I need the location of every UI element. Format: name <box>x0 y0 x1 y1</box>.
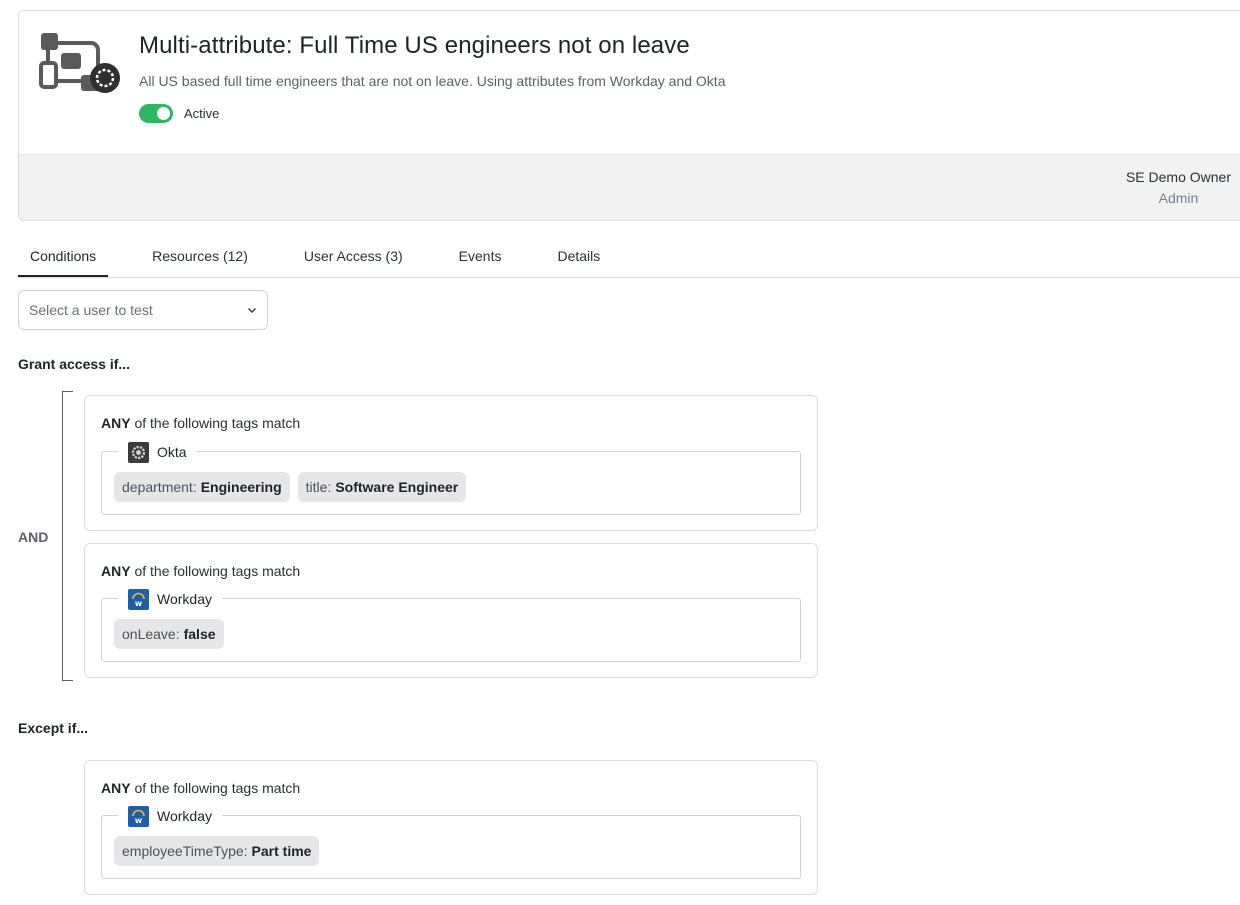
test-user-select[interactable]: Select a user to test <box>18 290 268 330</box>
owner-role: Admin <box>1158 190 1199 206</box>
condition-group: ANY of the following tags match w Workda… <box>84 760 818 895</box>
tag-key: employeeTimeType: <box>122 843 248 859</box>
match-mode: ANY <box>101 563 131 579</box>
active-toggle[interactable] <box>139 104 173 123</box>
condition-match-text: ANY of the following tags match <box>101 415 300 431</box>
tag-value: Software Engineer <box>335 479 459 495</box>
tab-conditions[interactable]: Conditions <box>18 236 109 277</box>
owner-block: SE Demo Owner Admin <box>1126 169 1231 206</box>
condition-group: ANY of the following tags match Okta dep… <box>84 395 818 531</box>
status-row: Active <box>139 104 219 123</box>
source-name: Okta <box>157 444 187 460</box>
match-description: of the following tags match <box>134 563 301 579</box>
tab-bar: Conditions Resources (12) User Access (3… <box>18 236 1240 278</box>
tag-chip: onLeave: false <box>114 619 224 649</box>
match-description: of the following tags match <box>134 415 301 431</box>
tag-list: department: Engineering title: Software En… <box>114 472 467 502</box>
workday-icon: w <box>128 805 149 827</box>
tab-details[interactable]: Details <box>545 236 612 277</box>
grant-access-heading: Grant access if... <box>18 356 131 372</box>
tag-chip: employeeTimeType: Part time <box>114 836 320 866</box>
workday-icon: w <box>128 588 149 610</box>
chevron-down-icon <box>247 307 257 314</box>
tab-resources[interactable]: Resources (12) <box>140 236 260 277</box>
tag-chip: department: Engineering <box>114 472 290 502</box>
tag-key: title: <box>305 479 332 495</box>
and-operator-label: AND <box>18 529 49 545</box>
page-title: Multi-attribute: Full Time US engineers … <box>139 32 690 59</box>
grouped-apps-icon <box>39 33 120 93</box>
match-mode: ANY <box>101 415 131 431</box>
source-tag-box: Okta department: Engineering title: Softwa… <box>101 441 801 515</box>
tag-chip: title: Software Engineer <box>297 472 467 502</box>
source-tag-box: w Workday onLeave: false <box>101 588 801 662</box>
tab-events[interactable]: Events <box>447 236 514 277</box>
owner-name: SE Demo Owner <box>1125 169 1231 185</box>
tag-list: onLeave: false <box>114 619 224 649</box>
okta-icon <box>128 441 149 463</box>
page-description: All US based full time engineers that ar… <box>139 73 726 89</box>
okta-logo-glyph <box>131 445 146 459</box>
tag-key: department: <box>122 479 197 495</box>
workday-logo-glyph: w <box>132 809 145 825</box>
tag-value: Engineering <box>200 479 282 495</box>
header-footer: SE Demo Owner Admin <box>19 154 1240 220</box>
condition-match-text: ANY of the following tags match <box>101 780 300 796</box>
source-name: Workday <box>157 591 212 607</box>
match-description: of the following tags match <box>134 780 301 796</box>
condition-group: ANY of the following tags match w Workda… <box>84 543 818 678</box>
test-user-placeholder: Select a user to test <box>29 302 153 318</box>
workday-logo-glyph: w <box>132 592 145 608</box>
tag-value: false <box>183 626 216 642</box>
and-bracket <box>62 391 73 681</box>
tag-list: employeeTimeType: Part time <box>114 836 320 866</box>
source-legend: w Workday <box>118 805 222 827</box>
match-mode: ANY <box>101 780 131 796</box>
policy-header-card: Multi-attribute: Full Time US engineers … <box>18 10 1240 221</box>
tag-key: onLeave: <box>122 626 180 642</box>
tab-user-access[interactable]: User Access (3) <box>292 236 415 277</box>
source-legend: w Workday <box>118 588 222 610</box>
source-tag-box: w Workday employeeTimeType: Part time <box>101 805 801 879</box>
source-name: Workday <box>157 808 212 824</box>
header-top: Multi-attribute: Full Time US engineers … <box>19 11 1240 154</box>
except-heading: Except if... <box>18 720 89 736</box>
condition-match-text: ANY of the following tags match <box>101 563 300 579</box>
toggle-knob <box>157 107 170 120</box>
source-legend: Okta <box>118 441 197 463</box>
tag-value: Part time <box>251 843 312 859</box>
svg-text:w: w <box>135 816 143 825</box>
status-label: Active <box>184 106 220 121</box>
svg-text:w: w <box>135 599 143 608</box>
